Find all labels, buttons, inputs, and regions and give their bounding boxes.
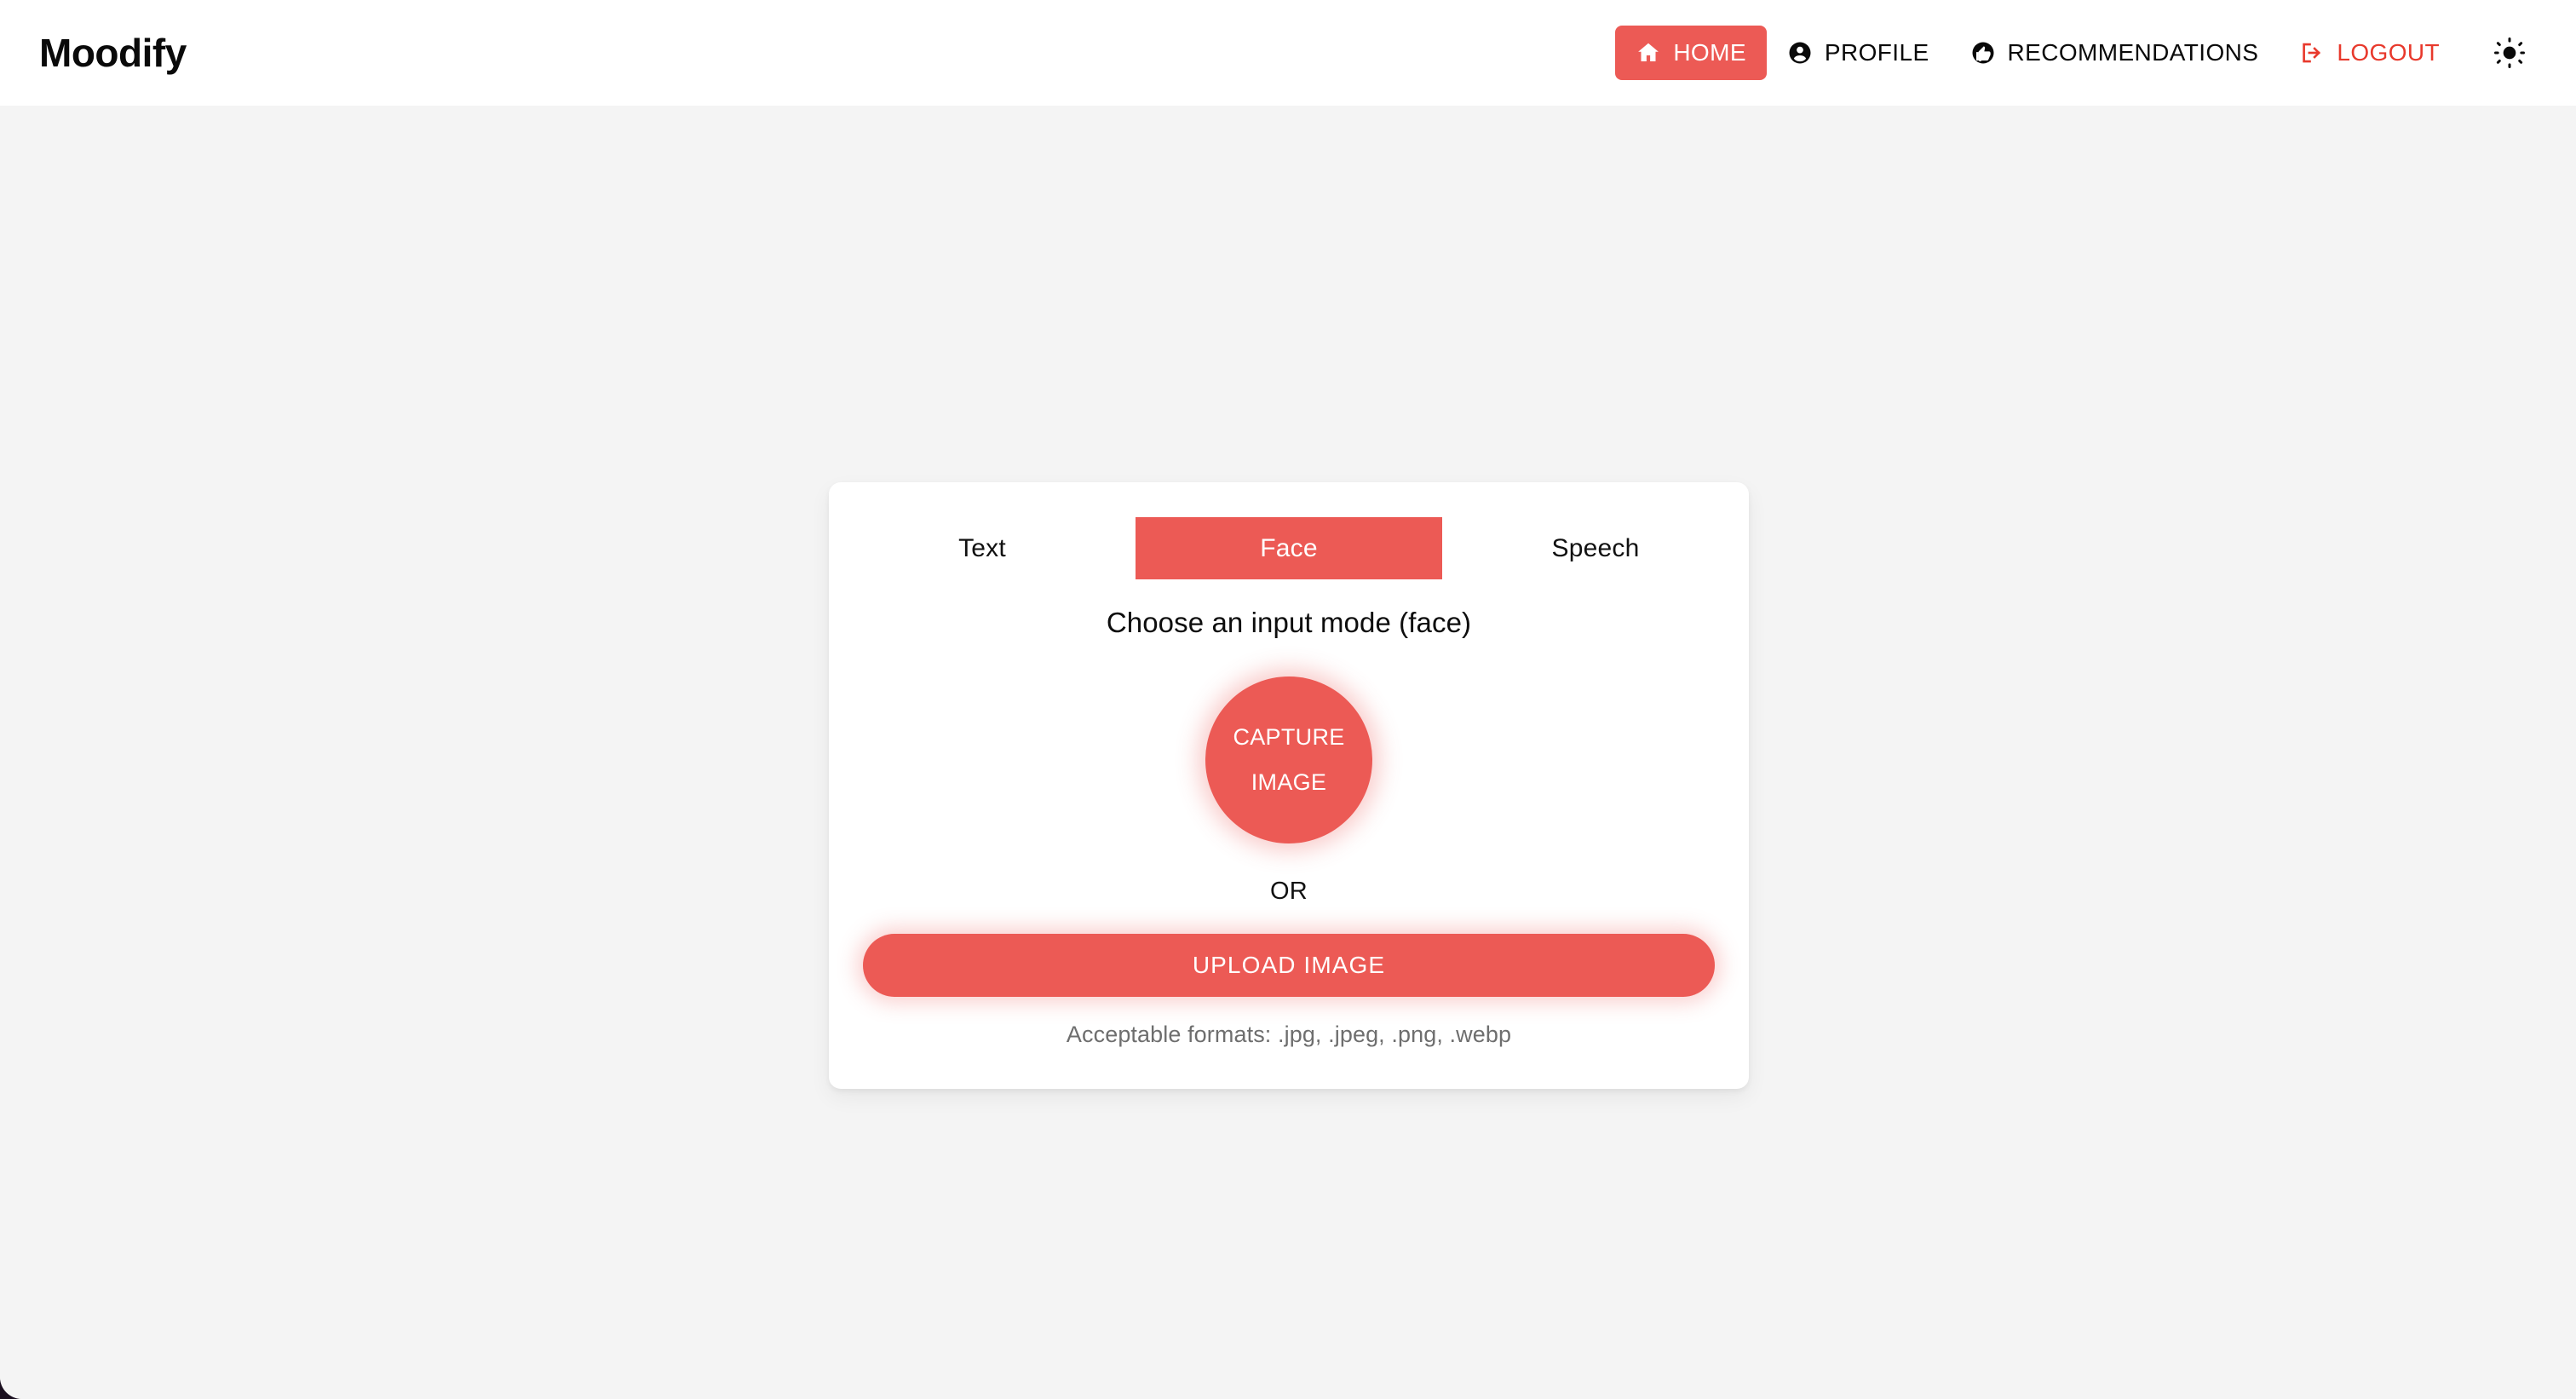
nav-item-home[interactable]: HOME xyxy=(1615,26,1767,80)
nav-item-profile[interactable]: PROFILE xyxy=(1767,26,1950,80)
card-heading: Choose an input mode (face) xyxy=(1106,607,1472,638)
acceptable-formats-note: Acceptable formats: .jpg, .jpeg, .png, .… xyxy=(1066,1022,1512,1047)
capture-image-button[interactable]: CAPTURE IMAGE xyxy=(1205,676,1372,843)
nav-item-recommendations[interactable]: RECOMMENDATIONS xyxy=(1950,26,2280,80)
tab-face-label: Face xyxy=(1260,533,1318,562)
upload-image-button[interactable]: UPLOAD IMAGE xyxy=(863,934,1715,997)
nav-item-logout-label: LOGOUT xyxy=(2337,39,2440,66)
tab-speech[interactable]: Speech xyxy=(1442,517,1749,579)
capture-button-line1: CAPTURE xyxy=(1233,724,1345,751)
nav-item-profile-label: PROFILE xyxy=(1824,39,1929,66)
home-icon xyxy=(1636,40,1661,66)
tab-face[interactable]: Face xyxy=(1136,517,1442,579)
main-content: Text Face Speech Choose an input mode (f… xyxy=(0,106,2576,1399)
tab-speech-label: Speech xyxy=(1551,533,1640,562)
capture-button-line2: IMAGE xyxy=(1251,769,1327,795)
nav-item-logout[interactable]: LOGOUT xyxy=(2279,26,2460,80)
mode-tab-bar: Text Face Speech xyxy=(829,517,1749,579)
browser-window: Moodify HOME PROFILE RECOMMENDATIONS LOG… xyxy=(0,0,2576,1399)
tab-text-label: Text xyxy=(958,533,1006,562)
capture-button-wrapper: CAPTURE IMAGE xyxy=(829,676,1749,843)
account-circle-icon xyxy=(1787,40,1813,66)
sun-icon xyxy=(2493,36,2527,70)
logout-icon xyxy=(2299,40,2325,66)
app-logo[interactable]: Moodify xyxy=(39,33,187,72)
thumb-up-circle-icon xyxy=(1970,40,1996,66)
tab-text[interactable]: Text xyxy=(829,517,1136,579)
nav-links: HOME PROFILE RECOMMENDATIONS LOGOUT xyxy=(1615,26,2537,80)
theme-toggle-button[interactable] xyxy=(2482,26,2537,80)
nav-item-home-label: HOME xyxy=(1673,39,1746,66)
nav-item-recommendations-label: RECOMMENDATIONS xyxy=(2007,39,2259,66)
input-mode-card: Text Face Speech Choose an input mode (f… xyxy=(829,482,1749,1089)
top-navbar: Moodify HOME PROFILE RECOMMENDATIONS LOG… xyxy=(0,0,2576,106)
or-divider-label: OR xyxy=(1270,878,1308,905)
